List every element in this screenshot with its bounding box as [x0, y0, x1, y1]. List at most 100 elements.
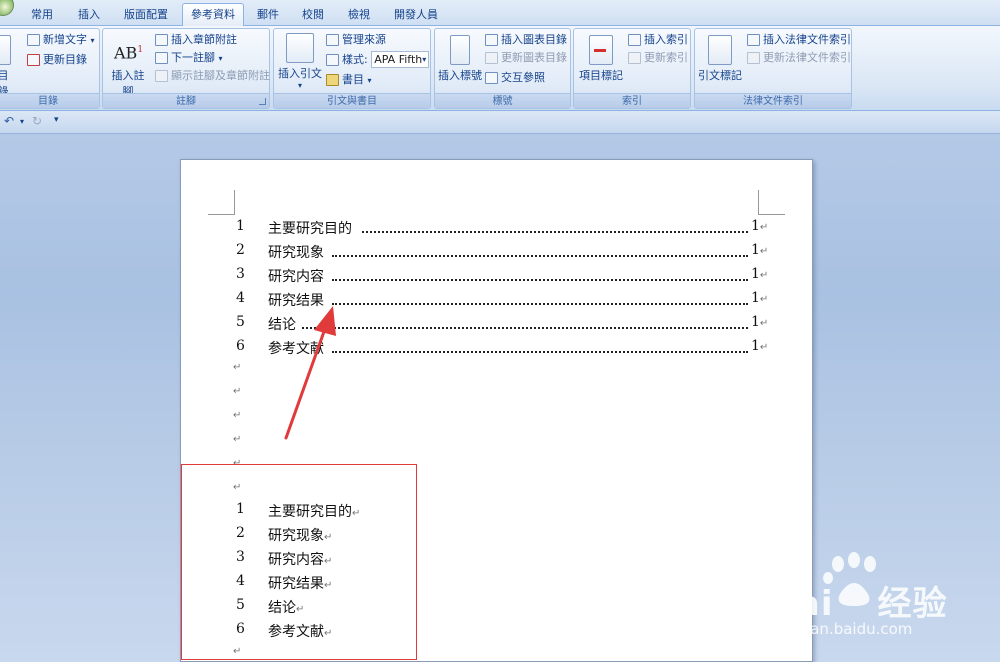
- group-label-index: 索引: [574, 93, 690, 108]
- toc-number: 1: [236, 218, 245, 234]
- office-button-icon[interactable]: [0, 0, 14, 16]
- mark-citation-label: 引文標記: [698, 69, 742, 82]
- toc-page-value: 1: [751, 266, 760, 282]
- tab-review[interactable]: 校閱: [294, 5, 332, 26]
- tab-mailings[interactable]: 郵件: [250, 5, 286, 26]
- toc-page-value: 1: [751, 314, 760, 330]
- toc-entry[interactable]: 1 主要研究目的 1↵: [181, 216, 814, 238]
- bibliography-button[interactable]: 書目 ▾: [326, 71, 372, 89]
- mark-line: [594, 49, 606, 52]
- toc-page-number: 1↵: [751, 242, 768, 258]
- toc-text: 研究结果: [268, 293, 324, 309]
- empty-paragraph-mark: ↵: [233, 434, 242, 445]
- customize-toolbar-icon[interactable]: ▾: [54, 115, 59, 125]
- citation-icon: [286, 33, 314, 63]
- undo-icon[interactable]: ↶: [4, 114, 14, 128]
- add-text-button[interactable]: 新增文字 ▾: [27, 31, 95, 49]
- bibliography-label: 書目: [342, 73, 364, 86]
- toc-text: 参考文献: [268, 341, 324, 357]
- paragraph-mark: ↵: [759, 318, 769, 329]
- redo-icon[interactable]: ↻: [32, 114, 42, 128]
- endnote-icon: [155, 34, 168, 46]
- style-icon: [326, 54, 339, 66]
- next-footnote-button[interactable]: 下一註腳 ▾: [155, 49, 223, 67]
- insert-authorities-button[interactable]: 插入法律文件索引: [747, 31, 851, 49]
- toc-page-number: 1↵: [751, 290, 768, 306]
- dialog-launcher-icon[interactable]: [259, 98, 266, 105]
- toc-entry[interactable]: 6 参考文献 1↵: [181, 336, 814, 358]
- group-footnotes: AB1 插入註腳 插入章節附註 下一註腳 ▾ 顯示註腳及章節附註 註腳: [102, 28, 270, 109]
- toc-button[interactable]: 目錄: [0, 35, 19, 99]
- toc-entry[interactable]: 3 研究内容 1↵: [181, 264, 814, 286]
- tab-references[interactable]: 參考資料: [182, 3, 244, 27]
- ribbon: 目錄 新增文字 ▾ 更新目錄 目錄 AB1 插入註腳 插入章節附註 下一註腳 ▾…: [0, 26, 1000, 111]
- update-toc-label: 更新目錄: [43, 53, 87, 66]
- insert-table-of-figures-label: 插入圖表目錄: [501, 33, 567, 46]
- style-selector[interactable]: 樣式: APA Fifth ▾: [326, 51, 430, 69]
- toc-page-number: 1↵: [751, 218, 768, 234]
- tab-view[interactable]: 檢視: [340, 5, 378, 26]
- insert-citation-label: 插入引文: [278, 67, 322, 80]
- toc-entry[interactable]: 4 研究结果 1↵: [181, 288, 814, 310]
- style-dropdown[interactable]: APA Fifth ▾: [371, 51, 430, 68]
- ribbon-tab-bar: 常用 插入 版面配置 參考資料 郵件 校閱 檢視 開發人員: [0, 0, 1000, 27]
- dropdown-arrow-icon: ▾: [422, 55, 427, 64]
- mark-citation-icon: [708, 35, 732, 65]
- manage-sources-icon: [326, 34, 339, 46]
- add-text-label: 新增文字: [43, 33, 87, 46]
- update-table-of-figures-button[interactable]: 更新圖表目錄: [485, 49, 567, 67]
- group-table-of-contents: 目錄 新增文字 ▾ 更新目錄 目錄: [0, 28, 100, 109]
- insert-endnote-label: 插入章節附註: [171, 33, 237, 46]
- empty-paragraph-mark: ↵: [233, 386, 242, 397]
- cross-reference-button[interactable]: 交互參照: [485, 69, 545, 87]
- insert-caption-button[interactable]: 插入標號: [437, 35, 483, 83]
- toc-number: 4: [236, 290, 245, 306]
- toc-number: 6: [236, 338, 245, 354]
- toc-entry[interactable]: 5 结论 1↵: [181, 312, 814, 334]
- tab-developer[interactable]: 開發人員: [386, 5, 446, 26]
- toc-page-value: 1: [751, 218, 760, 234]
- tab-home[interactable]: 常用: [22, 5, 62, 26]
- tab-insert[interactable]: 插入: [70, 5, 108, 26]
- insert-endnote-button[interactable]: 插入章節附註: [155, 31, 237, 49]
- toc-icon: [0, 35, 11, 65]
- insert-authorities-label: 插入法律文件索引: [763, 33, 851, 46]
- update-index-icon: [628, 52, 641, 64]
- manage-sources-button[interactable]: 管理來源: [326, 31, 386, 49]
- group-label-captions: 標號: [435, 93, 570, 108]
- next-footnote-label: 下一註腳: [171, 51, 215, 64]
- show-notes-button[interactable]: 顯示註腳及章節附註: [155, 67, 270, 85]
- mark-entry-button[interactable]: 項目標記: [576, 35, 626, 83]
- group-captions: 插入標號 插入圖表目錄 更新圖表目錄 交互參照 標號: [434, 28, 571, 109]
- insert-table-of-figures-button[interactable]: 插入圖表目錄: [485, 31, 567, 49]
- toc-text: 主要研究目的: [268, 221, 352, 237]
- crop-mark-left: [208, 190, 235, 215]
- toc-page-value: 1: [751, 290, 760, 306]
- update-authorities-button[interactable]: 更新法律文件索引: [747, 49, 851, 67]
- group-index: 項目標記 插入索引 更新索引 索引: [573, 28, 691, 109]
- toc-leader: [362, 231, 748, 233]
- toc-text: 结论: [268, 317, 296, 333]
- citation-caret-icon: ▾: [297, 81, 302, 90]
- insert-citation-button[interactable]: 插入引文 ▾: [276, 33, 324, 90]
- empty-paragraph-mark: ↵: [233, 362, 242, 373]
- toc-text: 研究现象: [268, 245, 324, 261]
- cross-reference-icon: [485, 72, 498, 84]
- add-text-icon: [27, 34, 40, 46]
- toc-page-value: 1: [751, 338, 760, 354]
- toc-page-number: 1↵: [751, 314, 768, 330]
- group-label-toc: 目錄: [0, 93, 99, 108]
- insert-index-button[interactable]: 插入索引: [628, 31, 688, 49]
- toc-leader: [302, 327, 748, 329]
- mark-entry-label: 項目標記: [579, 69, 623, 82]
- undo-dropdown-icon[interactable]: ▾: [20, 117, 24, 126]
- insert-index-icon: [628, 34, 641, 46]
- document-workspace[interactable]: 1 主要研究目的 1↵ 2 研究现象 1↵ 3 研究内容 1↵ 4 研究结果 1…: [0, 134, 1000, 662]
- update-toc-button[interactable]: 更新目錄: [27, 51, 87, 69]
- insert-footnote-button[interactable]: AB1 插入註腳: [107, 35, 149, 99]
- toc-entry[interactable]: 2 研究现象 1↵: [181, 240, 814, 262]
- update-index-button[interactable]: 更新索引: [628, 49, 688, 67]
- tab-page-layout[interactable]: 版面配置: [116, 5, 176, 26]
- mark-citation-button[interactable]: 引文標記: [697, 35, 743, 83]
- footnote-ab-icon: AB1: [114, 43, 144, 63]
